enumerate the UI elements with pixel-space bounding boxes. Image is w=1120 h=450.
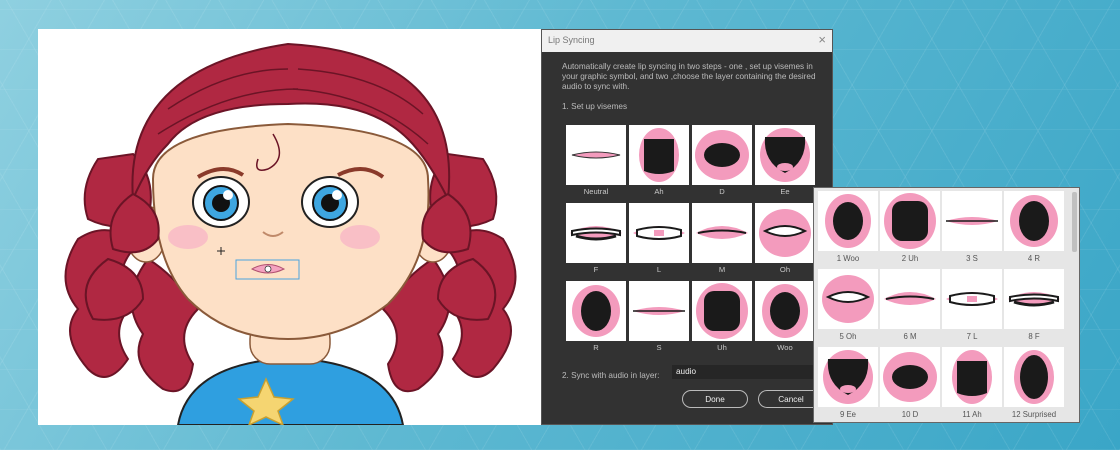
- picker-label: 12 Surprised: [1011, 410, 1057, 419]
- viseme-label: M: [718, 265, 726, 274]
- picker-label: 1 Woo: [836, 254, 860, 263]
- picker-label: 5 Oh: [839, 332, 857, 341]
- ee-mouth-icon: [755, 125, 815, 185]
- f-mouth-icon: [566, 203, 626, 263]
- l-mouth-icon: [942, 269, 1002, 329]
- close-icon[interactable]: ×: [818, 32, 826, 47]
- picker-cell[interactable]: 9 Ee: [818, 347, 878, 423]
- viseme-label: R: [593, 343, 599, 352]
- uh-mouth-icon: [880, 191, 940, 251]
- oh-mouth-icon: [755, 203, 815, 263]
- viseme-cell[interactable]: Uh: [692, 281, 752, 355]
- scrollbar[interactable]: [1072, 192, 1077, 252]
- woo-mouth-icon: [818, 191, 878, 251]
- l-mouth-icon: [629, 203, 689, 263]
- stage-canvas[interactable]: [38, 29, 543, 425]
- woo-mouth-icon: [755, 281, 815, 341]
- d-mouth-icon: [880, 347, 940, 407]
- dialog-titlebar[interactable]: Lip Syncing ×: [542, 30, 832, 52]
- character-illustration: [64, 42, 517, 425]
- ee-mouth-icon: [818, 347, 878, 407]
- viseme-cell[interactable]: Woo: [755, 281, 815, 355]
- picker-label: 2 Uh: [901, 254, 919, 263]
- picker-cell[interactable]: 8 F: [1004, 269, 1064, 345]
- viseme-cell[interactable]: F: [566, 203, 626, 277]
- viseme-cell[interactable]: Ah: [629, 125, 689, 199]
- picker-cell[interactable]: 10 D: [880, 347, 940, 423]
- m-mouth-icon: [692, 203, 752, 263]
- picker-cell[interactable]: 11 Ah: [942, 347, 1002, 423]
- step2-label: 2. Sync with audio in layer:: [562, 371, 660, 380]
- picker-cell[interactable]: 3 S: [942, 191, 1002, 267]
- picker-cell[interactable]: 4 R: [1004, 191, 1064, 267]
- r-mouth-icon: [566, 281, 626, 341]
- audio-layer-select[interactable]: audio: [672, 365, 822, 379]
- r-mouth-icon: [1004, 191, 1064, 251]
- m-mouth-icon: [880, 269, 940, 329]
- viseme-cell[interactable]: Oh: [755, 203, 815, 277]
- viseme-label: Ah: [654, 187, 664, 196]
- viseme-label: Uh: [717, 343, 727, 352]
- viseme-cell[interactable]: S: [629, 281, 689, 355]
- dialog-title: Lip Syncing: [548, 35, 595, 45]
- viseme-cell[interactable]: Ee: [755, 125, 815, 199]
- dialog-description: Automatically create lip syncing in two …: [562, 62, 816, 91]
- picker-cell[interactable]: 6 M: [880, 269, 940, 345]
- f-mouth-icon: [1004, 269, 1064, 329]
- viseme-cell[interactable]: D: [692, 125, 752, 199]
- viseme-label: Ee: [780, 187, 790, 196]
- picker-label: 10 D: [901, 410, 919, 419]
- step1-label: 1. Set up visemes: [562, 102, 628, 111]
- picker-label: 9 Ee: [839, 410, 857, 419]
- viseme-cell[interactable]: M: [692, 203, 752, 277]
- neutral-mouth-icon: [566, 125, 626, 185]
- viseme-label: F: [593, 265, 599, 274]
- viseme-label: D: [719, 187, 725, 196]
- ah-mouth-icon: [629, 125, 689, 185]
- picker-cell[interactable]: 1 Woo: [818, 191, 878, 267]
- lip-sync-dialog: Lip Syncing × Automatically create lip s…: [541, 29, 833, 425]
- oh-mouth-icon: [818, 269, 878, 329]
- uh-mouth-icon: [692, 281, 752, 341]
- viseme-cell[interactable]: Neutral: [566, 125, 626, 199]
- picker-label: 7 L: [966, 332, 978, 341]
- viseme-label: Oh: [779, 265, 791, 274]
- d-mouth-icon: [692, 125, 752, 185]
- picker-label: 4 R: [1027, 254, 1041, 263]
- picker-label: 11 Ah: [962, 410, 982, 419]
- picker-cell[interactable]: 5 Oh: [818, 269, 878, 345]
- surprised-mouth-icon: [1004, 347, 1064, 407]
- picker-label: 6 M: [903, 332, 917, 341]
- ah-mouth-icon: [942, 347, 1002, 407]
- viseme-cell[interactable]: R: [566, 281, 626, 355]
- picker-cell[interactable]: 12 Surprised: [1004, 347, 1064, 423]
- viseme-label: L: [656, 265, 662, 274]
- picker-cell[interactable]: 7 L: [942, 269, 1002, 345]
- viseme-picker-panel: 1 Woo 2 Uh 3 S 4 R 5 Oh 6 M 7 L 8 F 9 Ee 10 D 11 A…: [813, 187, 1080, 423]
- viseme-label: Woo: [777, 343, 793, 352]
- done-button[interactable]: Done: [682, 390, 748, 408]
- picker-cell[interactable]: 2 Uh: [880, 191, 940, 267]
- s-mouth-icon: [942, 191, 1002, 251]
- s-mouth-icon: [629, 281, 689, 341]
- viseme-label: Neutral: [583, 187, 609, 196]
- viseme-cell[interactable]: L: [629, 203, 689, 277]
- picker-label: 8 F: [1028, 332, 1040, 341]
- picker-label: 3 S: [966, 254, 978, 263]
- viseme-label: S: [656, 343, 662, 352]
